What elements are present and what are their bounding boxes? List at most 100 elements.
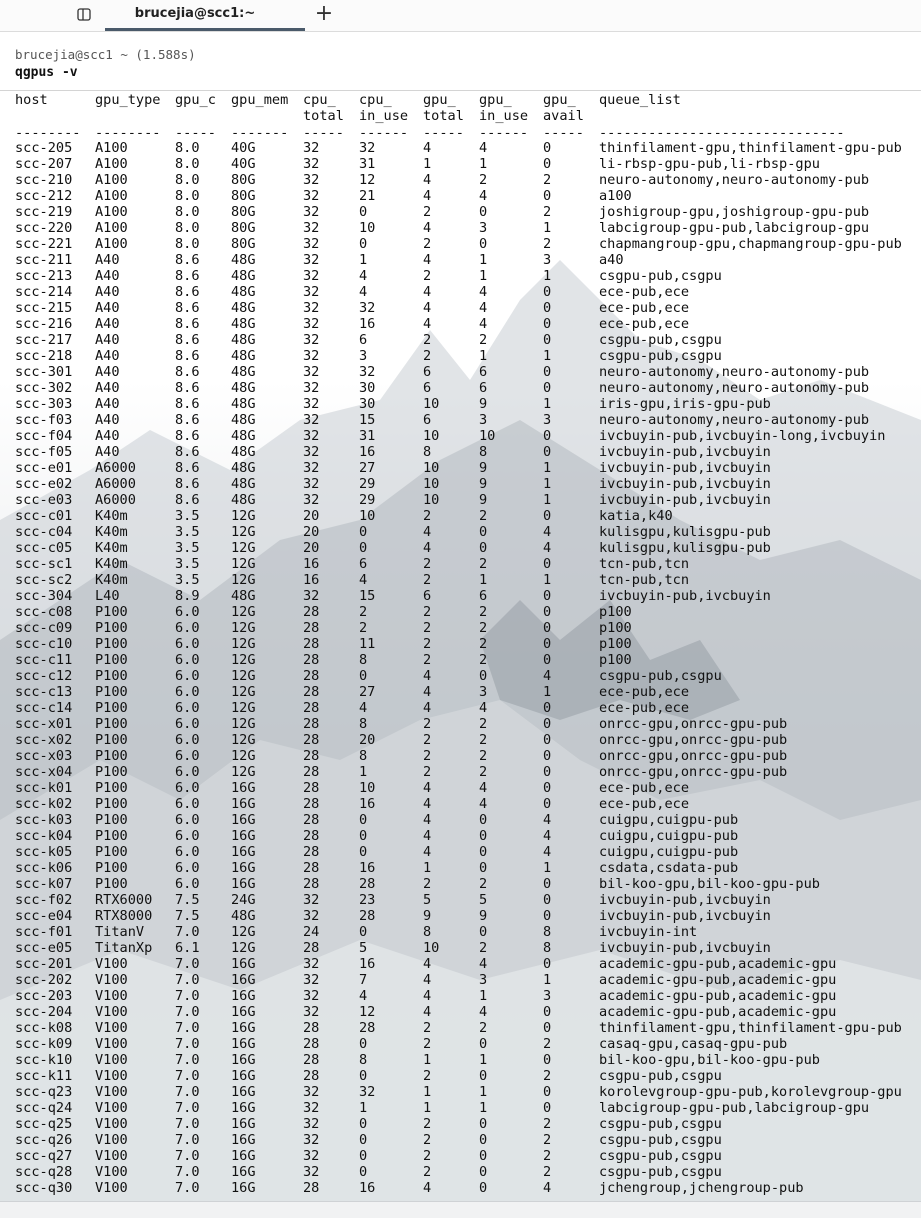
cell-gpu-type: A100 [95,204,128,220]
cell-gpu-mem: 16G [231,1020,256,1036]
table-row: scc-203 V100 7.0 16G 32 4 4 1 3 academic-gpu-pub,… [0,988,921,1004]
table-row: scc-220 A100 8.0 80G 32 10 4 3 1 labcigroup-gpu-p… [0,220,921,236]
cell-gpu-c: 8.6 [175,492,200,508]
cell-gpu-mem: 48G [231,908,256,924]
cell-gpu-avail: 1 [543,396,552,412]
cell-gpu-mem: 16G [231,828,256,844]
table-row: scc-q28 V100 7.0 16G 32 0 2 0 2 csgpu-pub,csgpu [0,1164,921,1180]
cell-gpu-in-use: 0 [479,844,488,860]
table-row: scc-212 A100 8.0 80G 32 21 4 4 0 a100 [0,188,921,204]
cell-cpu-total: 28 [303,620,320,636]
cell-gpu-type: P100 [95,732,128,748]
cell-host: scc-201 [15,956,73,972]
cell-gpu-in-use: 4 [479,780,488,796]
cell-gpu-total: 2 [423,1148,432,1164]
tab-terminal-session[interactable]: brucejia@scc1:~ [105,0,305,31]
cell-gpu-total: 1 [423,1100,432,1116]
table-row: scc-e01 A6000 8.6 48G 32 27 10 9 1 ivcbuyin-pub,i… [0,460,921,476]
cell-cpu-total: 32 [303,972,320,988]
cell-gpu-in-use: 0 [479,1148,488,1164]
cell-queue-list: jchengroup,jchengroup-pub [599,1180,804,1196]
cell-gpu-avail: 0 [543,300,552,316]
table-row: scc-k03 P100 6.0 16G 28 0 4 0 4 cuigpu,cuigpu-pub [0,812,921,828]
cell-gpu-c: 7.0 [175,956,200,972]
cell-queue-list: chapmangroup-gpu,chapmangroup-gpu-pub [599,236,902,252]
cell-gpu-mem: 48G [231,300,256,316]
cell-gpu-type: A100 [95,172,128,188]
cell-gpu-mem: 16G [231,1116,256,1132]
cell-host: scc-sc1 [15,556,73,572]
cell-gpu-in-use: 1 [479,1084,488,1100]
cell-gpu-avail: 4 [543,812,552,828]
cell-cpu-total: 28 [303,700,320,716]
cell-cpu-in-use: 28 [359,908,376,924]
cell-gpu-avail: 4 [543,828,552,844]
cell-host: scc-211 [15,252,73,268]
cell-gpu-total: 4 [423,828,432,844]
cell-host: scc-k07 [15,876,73,892]
table-row: scc-213 A40 8.6 48G 32 4 2 1 1 csgpu-pub,csgpu [0,268,921,284]
table-row: scc-204 V100 7.0 16G 32 12 4 4 0 academic-gpu-pub… [0,1004,921,1020]
new-tab-plus-icon[interactable]: + [313,2,335,26]
column-header-host: host [15,92,48,108]
cell-host: scc-k10 [15,1052,73,1068]
cell-gpu-avail: 0 [543,556,552,572]
cell-gpu-in-use: 9 [479,908,488,924]
cell-gpu-mem: 16G [231,1132,256,1148]
cell-gpu-type: P100 [95,812,128,828]
cell-gpu-avail: 0 [543,796,552,812]
cell-gpu-type: V100 [95,1100,128,1116]
cell-gpu-in-use: 9 [479,396,488,412]
panel-toggle-icon[interactable] [76,6,94,24]
cell-gpu-total: 2 [423,556,432,572]
cell-gpu-type: V100 [95,1180,128,1196]
cell-gpu-in-use: 1 [479,988,488,1004]
cell-gpu-avail: 3 [543,412,552,428]
cell-gpu-total: 2 [423,1116,432,1132]
cell-cpu-in-use: 1 [359,764,368,780]
cell-queue-list: ece-pub,ece [599,780,690,796]
cell-host: scc-q23 [15,1084,73,1100]
cell-cpu-total: 28 [303,716,320,732]
cell-gpu-in-use: 2 [479,748,488,764]
cell-cpu-total: 32 [303,236,320,252]
cell-gpu-total: 2 [423,876,432,892]
cell-gpu-c: 6.0 [175,716,200,732]
cell-cpu-total: 16 [303,556,320,572]
cell-gpu-c: 8.6 [175,428,200,444]
cell-host: scc-303 [15,396,73,412]
cell-gpu-avail: 4 [543,668,552,684]
cell-cpu-in-use: 31 [359,428,376,444]
cell-gpu-in-use: 2 [479,620,488,636]
cell-gpu-mem: 80G [231,188,256,204]
cell-cpu-total: 32 [303,476,320,492]
cell-gpu-type: V100 [95,1084,128,1100]
cell-cpu-total: 32 [303,588,320,604]
cell-queue-list: kulisgpu,kulisgpu-pub [599,524,771,540]
table-row: scc-c09 P100 6.0 12G 28 2 2 2 0 p100 [0,620,921,636]
column-rule-gpu-in-use: ------ [479,125,529,141]
cell-cpu-total: 28 [303,796,320,812]
cell-gpu-type: A40 [95,364,120,380]
cell-gpu-total: 5 [423,892,432,908]
cell-gpu-in-use: 6 [479,380,488,396]
cell-gpu-mem: 12G [231,940,256,956]
cell-cpu-in-use: 15 [359,412,376,428]
cell-gpu-c: 8.0 [175,140,200,156]
cell-gpu-total: 4 [423,172,432,188]
cell-gpu-c: 7.0 [175,1116,200,1132]
cell-gpu-total: 2 [423,620,432,636]
column-header-gpu-c: gpu_c [175,92,216,108]
cell-gpu-type: P100 [95,700,128,716]
cell-gpu-avail: 0 [543,332,552,348]
cell-cpu-in-use: 16 [359,444,376,460]
table-row: scc-e03 A6000 8.6 48G 32 29 10 9 1 ivcbuyin-pub,i… [0,492,921,508]
cell-gpu-mem: 48G [231,588,256,604]
input-area[interactable] [0,1201,921,1218]
cell-gpu-mem: 80G [231,204,256,220]
cell-host: scc-k06 [15,860,73,876]
cell-gpu-avail: 8 [543,924,552,940]
cell-cpu-in-use: 8 [359,1052,368,1068]
cell-gpu-type: A100 [95,156,128,172]
cell-queue-list: ivcbuyin-pub,ivcbuyin [599,460,771,476]
